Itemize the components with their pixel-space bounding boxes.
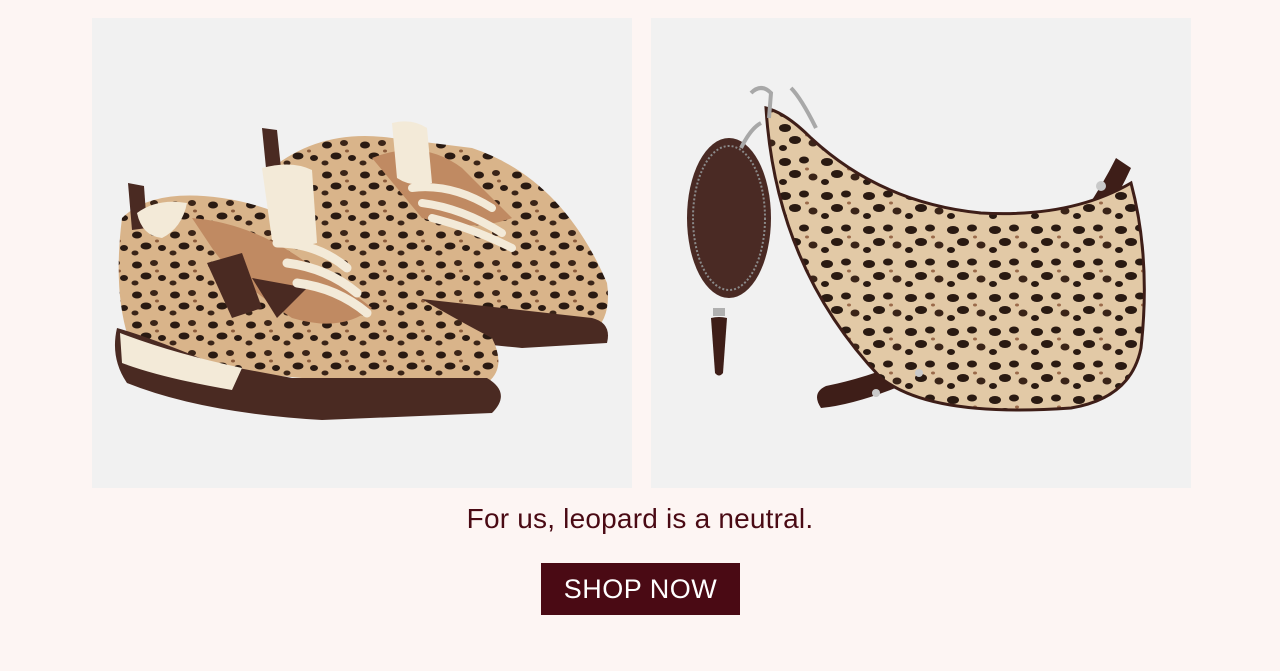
sneakers-image[interactable] — [92, 18, 632, 488]
tagline: For us, leopard is a neutral. — [466, 503, 814, 534]
bag-image[interactable] — [651, 18, 1191, 488]
coin-pouch — [687, 121, 771, 376]
bag-body — [764, 106, 1146, 412]
shop-now-button[interactable]: SHOP NOW — [541, 563, 740, 615]
sneakers-illustration — [114, 121, 608, 420]
bag-illustration — [687, 86, 1146, 412]
